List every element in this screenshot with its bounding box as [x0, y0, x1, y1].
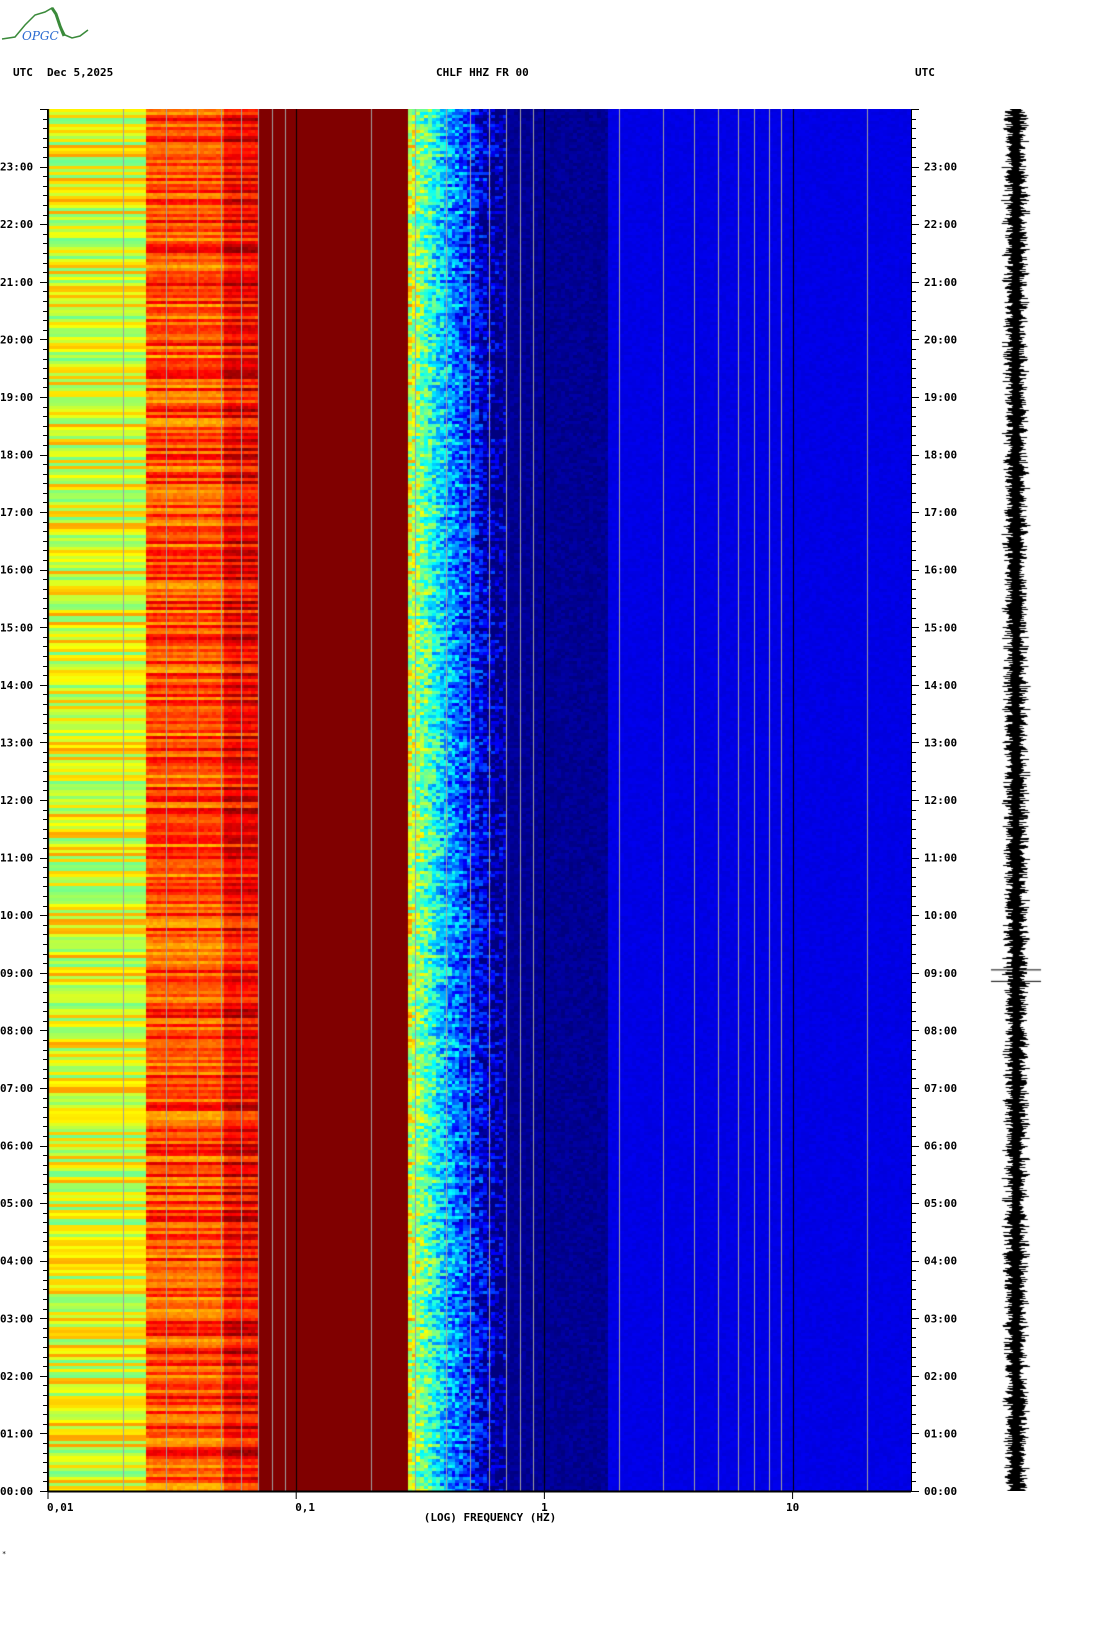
x-tick-label: 0,1: [295, 1501, 315, 1514]
y-tick-label-right: 15:00: [924, 621, 957, 634]
y-tick-label-left: 12:00: [0, 794, 33, 807]
y-tick-label-left: 22:00: [0, 218, 33, 231]
y-tick-label-right: 02:00: [924, 1370, 957, 1383]
y-tick-label-left: 11:00: [0, 852, 33, 865]
y-tick-label-left: 17:00: [0, 506, 33, 519]
y-tick-label-right: 06:00: [924, 1140, 957, 1153]
y-tick-label-right: 20:00: [924, 333, 957, 346]
x-axis-label: (LOG) FREQUENCY (HZ): [424, 1511, 556, 1524]
y-tick-label-right: 19:00: [924, 391, 957, 404]
y-tick-label-left: 07:00: [0, 1082, 33, 1095]
y-tick-label-left: 00:00: [0, 1485, 33, 1498]
y-tick-label-left: 19:00: [0, 391, 33, 404]
footer-mark: *: [2, 1550, 7, 1558]
y-tick-label-right: 05:00: [924, 1197, 957, 1210]
y-tick-label-left: 03:00: [0, 1312, 33, 1325]
y-tick-label-right: 11:00: [924, 852, 957, 865]
y-tick-label-right: 04:00: [924, 1255, 957, 1268]
y-tick-label-left: 14:00: [0, 679, 33, 692]
y-tick-label-right: 10:00: [924, 909, 957, 922]
y-tick-label-left: 20:00: [0, 333, 33, 346]
y-tick-label-left: 05:00: [0, 1197, 33, 1210]
y-tick-label-left: 21:00: [0, 276, 33, 289]
y-tick-label-right: 03:00: [924, 1312, 957, 1325]
x-tick-label: 10: [786, 1501, 799, 1514]
y-tick-label-right: 21:00: [924, 276, 957, 289]
y-tick-label-left: 08:00: [0, 1024, 33, 1037]
y-tick-label-right: 23:00: [924, 161, 957, 174]
y-tick-label-left: 15:00: [0, 621, 33, 634]
chart-axes: 00:00 00:00 01:00 01:00 02:00 02:00 03:00 03:00…: [0, 109, 957, 1524]
y-tick-label-right: 18:00: [924, 449, 957, 462]
y-tick-label-right: 16:00: [924, 564, 957, 577]
y-tick-label-right: 07:00: [924, 1082, 957, 1095]
y-tick-label-left: 04:00: [0, 1255, 33, 1268]
y-tick-label-right: 08:00: [924, 1024, 957, 1037]
y-tick-label-left: 10:00: [0, 909, 33, 922]
y-tick-label-right: 01:00: [924, 1427, 957, 1440]
y-tick-label-left: 01:00: [0, 1427, 33, 1440]
y-tick-label-right: 14:00: [924, 679, 957, 692]
y-tick-label-left: 23:00: [0, 161, 33, 174]
y-tick-label-right: 12:00: [924, 794, 957, 807]
y-tick-label-left: 13:00: [0, 736, 33, 749]
y-tick-label-left: 16:00: [0, 564, 33, 577]
y-tick-label-right: 00:00: [924, 1485, 957, 1498]
y-tick-label-left: 06:00: [0, 1140, 33, 1153]
y-tick-label-left: 02:00: [0, 1370, 33, 1383]
x-tick-label: 0,01: [47, 1501, 74, 1514]
y-tick-label-left: 18:00: [0, 449, 33, 462]
y-tick-label-right: 13:00: [924, 736, 957, 749]
y-tick-label-right: 17:00: [924, 506, 957, 519]
y-tick-label-left: 09:00: [0, 967, 33, 980]
y-tick-label-right: 22:00: [924, 218, 957, 231]
y-tick-label-right: 09:00: [924, 967, 957, 980]
